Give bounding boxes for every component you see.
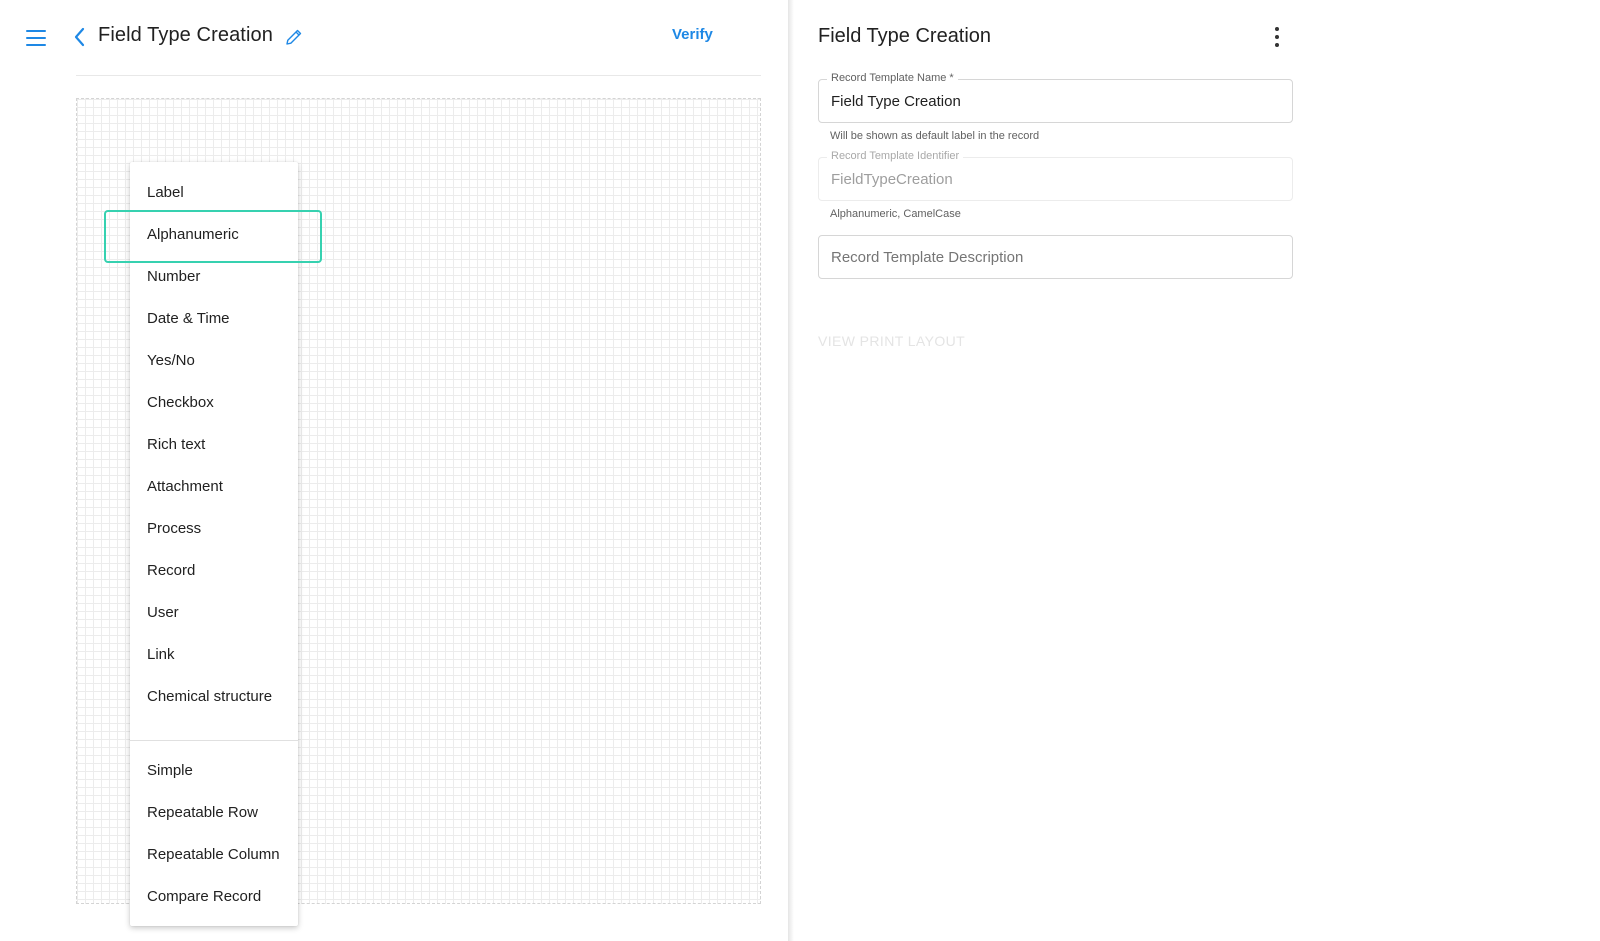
- menu-item-process[interactable]: Process: [130, 508, 298, 550]
- template-editor-pane: Field Type Creation Verify Label Alphanu…: [0, 0, 788, 941]
- menu-item-user[interactable]: User: [130, 592, 298, 634]
- header-divider: [76, 75, 761, 76]
- pencil-icon[interactable]: [284, 27, 304, 47]
- chevron-left-icon[interactable]: [72, 26, 88, 48]
- view-print-layout-button: VIEW PRINT LAYOUT: [818, 333, 966, 349]
- record-template-identifier-input: [819, 158, 1292, 200]
- more-vertical-icon[interactable]: [1272, 26, 1282, 48]
- menu-item-checkbox[interactable]: Checkbox: [130, 382, 298, 424]
- menu-item-link[interactable]: Link: [130, 634, 298, 676]
- field-type-menu: Label Alphanumeric Number Date & Time Ye…: [130, 162, 298, 926]
- hamburger-menu-icon[interactable]: [26, 29, 48, 47]
- menu-item-rich-text[interactable]: Rich text: [130, 424, 298, 466]
- record-template-name-field: Record Template Name *: [818, 72, 1293, 123]
- menu-item-simple[interactable]: Simple: [130, 750, 298, 792]
- menu-divider: [130, 740, 298, 741]
- menu-item-label[interactable]: Label: [130, 172, 298, 214]
- page-title: Field Type Creation: [98, 24, 273, 46]
- menu-item-compare-record[interactable]: Compare Record: [130, 876, 298, 918]
- menu-item-number[interactable]: Number: [130, 256, 298, 298]
- record-template-name-input[interactable]: [819, 80, 1292, 122]
- record-template-name-helper: Will be shown as default label in the re…: [830, 130, 1040, 142]
- menu-item-repeatable-row[interactable]: Repeatable Row: [130, 792, 298, 834]
- record-template-description-input[interactable]: [819, 236, 1292, 278]
- record-template-identifier-field: Record Template Identifier: [818, 150, 1293, 201]
- menu-item-repeatable-column[interactable]: Repeatable Column: [130, 834, 298, 876]
- menu-item-date-time[interactable]: Date & Time: [130, 298, 298, 340]
- record-template-identifier-helper: Alphanumeric, CamelCase: [830, 208, 961, 220]
- menu-item-record[interactable]: Record: [130, 550, 298, 592]
- panel-title: Field Type Creation: [818, 25, 992, 47]
- verify-button[interactable]: Verify: [672, 26, 713, 43]
- properties-panel: Field Type Creation Record Template Name…: [794, 0, 1600, 941]
- menu-item-alphanumeric[interactable]: Alphanumeric: [130, 214, 298, 256]
- menu-item-chemical-structure[interactable]: Chemical structure: [130, 676, 298, 718]
- menu-item-attachment[interactable]: Attachment: [130, 466, 298, 508]
- record-template-description-field: [818, 235, 1293, 279]
- menu-item-yes-no[interactable]: Yes/No: [130, 340, 298, 382]
